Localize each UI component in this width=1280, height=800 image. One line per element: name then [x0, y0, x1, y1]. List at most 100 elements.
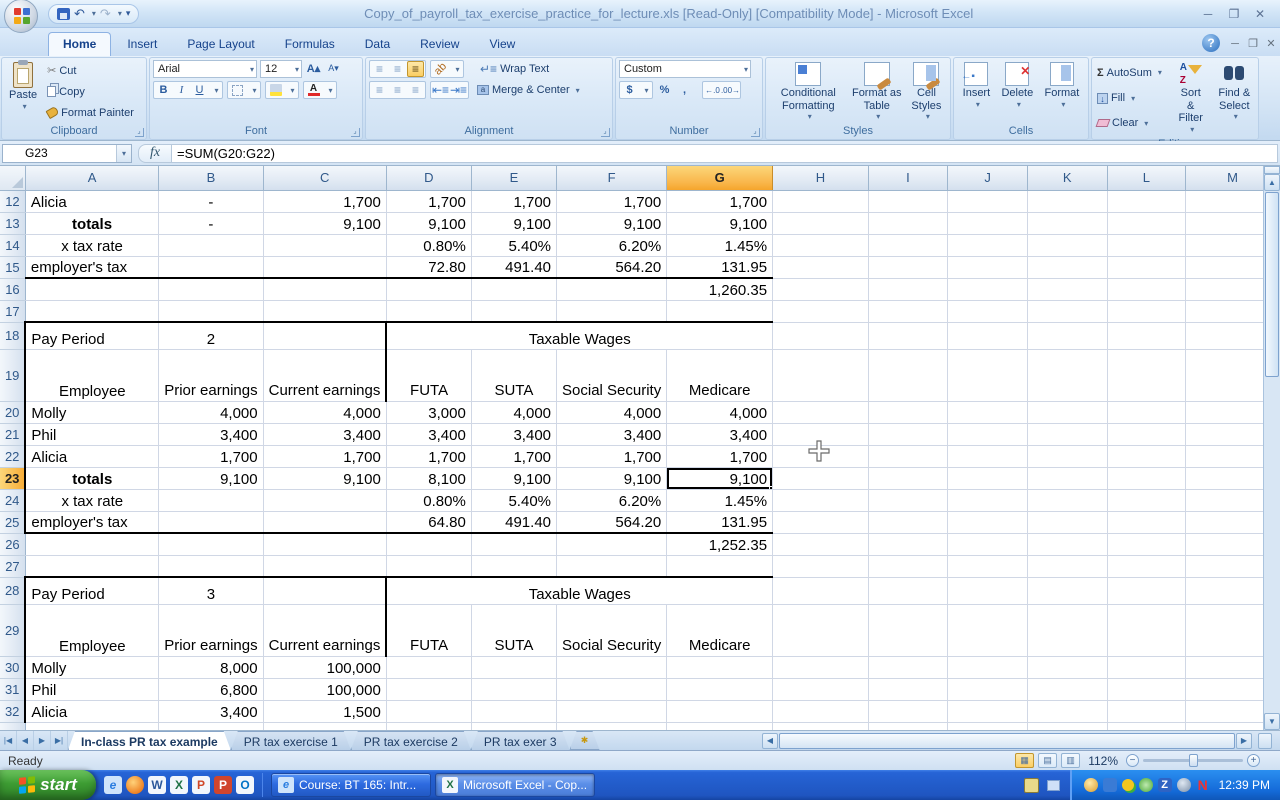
cell-D19[interactable]: FUTA — [386, 349, 471, 401]
cell-L17[interactable] — [1107, 300, 1186, 322]
align-left-icon[interactable]: ≡ — [371, 82, 388, 98]
cell-G24[interactable]: 1.45% — [667, 489, 773, 511]
cell-K28[interactable] — [1027, 577, 1107, 604]
cell-H17[interactable] — [773, 300, 869, 322]
cell-J16[interactable] — [948, 278, 1028, 300]
column-header-D[interactable]: D — [386, 166, 471, 190]
ribbon-tab-formulas[interactable]: Formulas — [271, 33, 349, 56]
cell-E25[interactable]: 491.40 — [471, 511, 556, 533]
cell-I16[interactable] — [868, 278, 948, 300]
cell-styles-button[interactable]: Cell Styles▾ — [906, 60, 947, 123]
autosum-button[interactable]: Σ AutoSum▾ — [1095, 66, 1164, 80]
grow-font-icon[interactable]: A▴ — [305, 60, 322, 76]
cell-L26[interactable] — [1107, 533, 1186, 555]
cell-C32[interactable]: 1,500 — [263, 700, 386, 722]
cell-I15[interactable] — [868, 256, 948, 278]
cell-B27[interactable] — [159, 555, 263, 577]
wrap-text-button[interactable]: ↵≡ Wrap Text — [478, 62, 551, 76]
cell-H27[interactable] — [773, 555, 869, 577]
percent-style-icon[interactable]: % — [656, 82, 673, 98]
cell-G22[interactable]: 1,700 — [667, 445, 773, 467]
row-header-31[interactable]: 31 — [0, 678, 25, 700]
cell-H23[interactable] — [773, 467, 869, 489]
cell-L31[interactable] — [1107, 678, 1186, 700]
cell-J27[interactable] — [948, 555, 1028, 577]
row-header-12[interactable]: 12 — [0, 190, 25, 212]
cell-A14[interactable]: x tax rate — [25, 234, 158, 256]
tray-norton-icon[interactable] — [1196, 778, 1210, 792]
cell-D13[interactable]: 9,100 — [386, 212, 471, 234]
cell-E14[interactable]: 5.40% — [471, 234, 556, 256]
cell-L16[interactable] — [1107, 278, 1186, 300]
format-painter-button[interactable]: Format Painter — [45, 106, 136, 120]
row-header-32[interactable]: 32 — [0, 700, 25, 722]
desktop-toolbar-icon[interactable] — [1047, 780, 1060, 791]
cell-H16[interactable] — [773, 278, 869, 300]
cell-E31[interactable] — [471, 678, 556, 700]
cell-A21[interactable]: Phil — [25, 423, 158, 445]
cell-A12[interactable]: Alicia — [25, 190, 158, 212]
cell-C13[interactable]: 9,100 — [263, 212, 386, 234]
cell-B29[interactable]: Prior earnings — [159, 604, 263, 656]
cell-A25[interactable]: employer's tax — [25, 511, 158, 533]
insert-cells-button[interactable]: ←▪ Insert▾ — [959, 60, 995, 123]
cell-G26[interactable]: 1,252.35 — [667, 533, 773, 555]
cell-K18[interactable] — [1027, 322, 1107, 349]
cell-G29[interactable]: Medicare — [667, 604, 773, 656]
cell-E29[interactable]: SUTA — [471, 604, 556, 656]
cell-D24[interactable]: 0.80% — [386, 489, 471, 511]
taskbar-task-2[interactable]: XMicrosoft Excel - Cop... — [435, 773, 595, 797]
cell-A30[interactable]: Molly — [25, 656, 158, 678]
cell-A23[interactable]: totals — [25, 467, 158, 489]
row-header-17[interactable]: 17 — [0, 300, 25, 322]
cell-F30[interactable] — [557, 656, 667, 678]
cell-empty[interactable] — [667, 722, 773, 730]
cell-L23[interactable] — [1107, 467, 1186, 489]
cell-H13[interactable] — [773, 212, 869, 234]
close-button[interactable]: ✕ — [1250, 7, 1270, 21]
workbook-restore-button[interactable]: ❐ — [1244, 37, 1262, 50]
office-button-icon[interactable] — [4, 0, 38, 33]
column-header-G[interactable]: G — [667, 166, 773, 190]
cell-G25[interactable]: 131.95 — [667, 511, 773, 533]
column-header-L[interactable]: L — [1107, 166, 1186, 190]
italic-icon[interactable]: I — [173, 82, 190, 98]
cell-I24[interactable] — [868, 489, 948, 511]
cell-G20[interactable]: 4,000 — [667, 401, 773, 423]
cell-B25[interactable] — [159, 511, 263, 533]
cell-K19[interactable] — [1027, 349, 1107, 401]
cell-K25[interactable] — [1027, 511, 1107, 533]
bottom-align-icon[interactable]: ≡ — [407, 61, 424, 77]
cell-D27[interactable] — [386, 555, 471, 577]
cell-B12[interactable]: - — [159, 190, 263, 212]
tray-icon-3[interactable] — [1122, 779, 1134, 791]
font-color-icon[interactable]: A — [305, 82, 322, 98]
cell-E17[interactable] — [471, 300, 556, 322]
cell-B31[interactable]: 6,800 — [159, 678, 263, 700]
cell-K32[interactable] — [1027, 700, 1107, 722]
cell-E24[interactable]: 5.40% — [471, 489, 556, 511]
cell-C23[interactable]: 9,100 — [263, 467, 386, 489]
cell-E30[interactable] — [471, 656, 556, 678]
cell-empty[interactable] — [773, 722, 869, 730]
cell-K15[interactable] — [1027, 256, 1107, 278]
cell-J21[interactable] — [948, 423, 1028, 445]
column-header-K[interactable]: K — [1027, 166, 1107, 190]
cell-C30[interactable]: 100,000 — [263, 656, 386, 678]
row-header-19[interactable]: 19 — [0, 349, 25, 401]
row-header-16[interactable]: 16 — [0, 278, 25, 300]
cell-K17[interactable] — [1027, 300, 1107, 322]
cell-F26[interactable] — [557, 533, 667, 555]
cell-I26[interactable] — [868, 533, 948, 555]
column-header-E[interactable]: E — [471, 166, 556, 190]
vertical-scrollbar[interactable]: ▲ ▼ — [1263, 166, 1280, 730]
minimize-button[interactable]: ─ — [1198, 7, 1218, 21]
underline-icon[interactable]: U — [191, 82, 208, 98]
cell-C20[interactable]: 4,000 — [263, 401, 386, 423]
cell-F19[interactable]: Social Security — [557, 349, 667, 401]
cell-L12[interactable] — [1107, 190, 1186, 212]
cell-empty[interactable] — [159, 722, 263, 730]
cell-E16[interactable] — [471, 278, 556, 300]
cell-I27[interactable] — [868, 555, 948, 577]
cell-J14[interactable] — [948, 234, 1028, 256]
